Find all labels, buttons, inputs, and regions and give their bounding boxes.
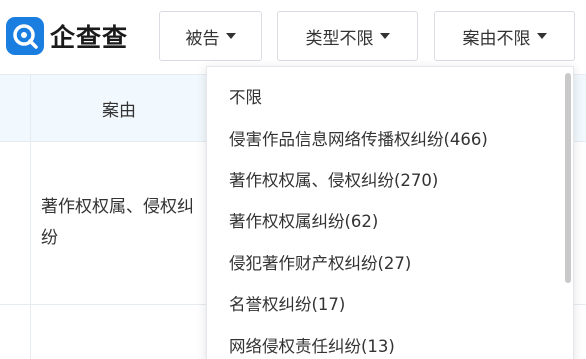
top-bar: 企查查 被告 类型不限 案由不限 <box>0 0 586 75</box>
dropdown-scrollbar[interactable] <box>563 67 573 359</box>
brand-name: 企查查 <box>50 23 129 52</box>
type-filter-button[interactable]: 类型不限 <box>277 11 418 61</box>
brand-logo[interactable]: 企查查 <box>6 16 128 56</box>
cause-option[interactable]: 著作权权属、侵权纠纷(270) <box>229 169 438 193</box>
caret-down-icon <box>536 33 547 39</box>
cause-option[interactable]: 网络侵权责任纠纷(13) <box>229 335 395 359</box>
caret-down-icon <box>225 33 236 39</box>
cause-option[interactable]: 侵犯著作财产权纠纷(27) <box>229 252 411 276</box>
cause-filter-button[interactable]: 案由不限 <box>434 11 575 61</box>
cause-cell: 著作权权属、侵权纠纷 <box>30 142 207 304</box>
cause-option[interactable]: 名誉权纠纷(17) <box>229 293 345 317</box>
cause-option[interactable]: 不限 <box>229 86 262 110</box>
dropdown-scrollbar-thumb[interactable] <box>565 73 571 283</box>
page: 企查查 被告 类型不限 案由不限 案由 ) 著作权权属、侵权纠纷 不限 侵 <box>0 0 586 359</box>
cause-dropdown-menu: 不限 侵害作品信息网络传播权纠纷(466) 著作权权属、侵权纠纷(270) 著作… <box>206 66 574 359</box>
defendant-filter-label: 被告 <box>185 28 220 49</box>
defendant-filter-button[interactable]: 被告 <box>159 11 262 61</box>
cause-filter-label: 案由不限 <box>462 28 531 49</box>
cause-option[interactable]: 侵害作品信息网络传播权纠纷(466) <box>229 128 488 152</box>
cause-cell <box>30 305 207 359</box>
column-header-cause: 案由 <box>30 75 207 141</box>
type-filter-label: 类型不限 <box>305 28 374 49</box>
cause-option[interactable]: 著作权权属纠纷(62) <box>229 210 378 234</box>
caret-down-icon <box>379 33 390 39</box>
logo-q-icon <box>6 17 44 55</box>
cause-cell-text: 著作权权属、侵权纠纷 <box>41 197 194 248</box>
